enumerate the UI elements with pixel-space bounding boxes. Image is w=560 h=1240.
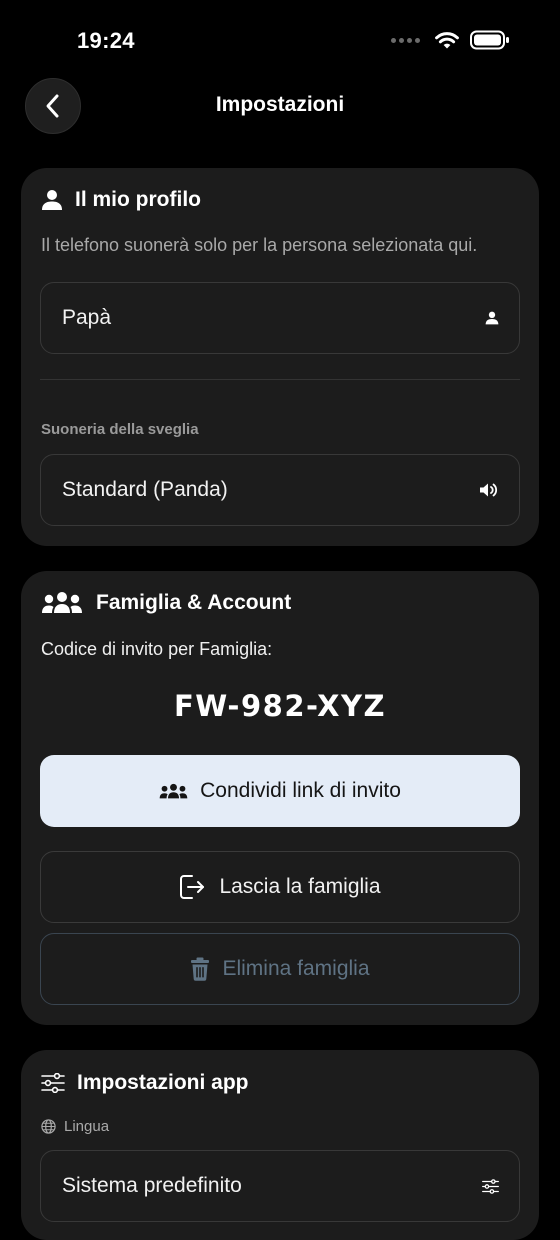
trash-icon [191,957,210,981]
profile-card: Il mio profilo Il telefono suonerà solo … [21,168,539,546]
family-card: Famiglia & Account Codice di invito per … [21,571,539,1025]
app-settings-header: Impostazioni app [41,1071,249,1095]
app-settings-title: Impostazioni app [77,1071,249,1094]
ringtone-value: Standard (Panda) [62,478,228,501]
nav-bar: Impostazioni [0,78,560,136]
speaker-icon [480,483,498,497]
profile-description: Il telefono suonerà solo per la persona … [41,235,478,255]
logout-icon [180,875,205,899]
sliders-icon [482,1178,499,1194]
family-header: Famiglia & Account [41,591,291,615]
person-icon [485,311,499,325]
signal-icon [391,37,420,43]
language-value: Sistema predefinito [62,1174,242,1197]
profile-person-select[interactable]: Papà [40,282,520,354]
delete-family-button[interactable]: Elimina famiglia [40,933,520,1005]
language-label: Lingua [64,1118,110,1135]
share-invite-label: Condividi link di invito [200,779,401,802]
leave-family-button[interactable]: Lascia la famiglia [40,851,520,923]
battery-icon [470,30,509,50]
divider [40,379,520,380]
leave-family-label: Lascia la famiglia [219,875,381,898]
status-time: 19:24 [77,28,135,53]
status-icons [391,30,510,50]
family-title: Famiglia & Account [96,591,292,614]
share-invite-button[interactable]: Condividi link di invito [40,755,520,827]
group-icon [42,592,82,613]
globe-icon [41,1119,56,1134]
language-select[interactable]: Sistema predefinito [40,1150,520,1222]
app-settings-card: Impostazioni app Lingua Sistema predefin… [21,1050,539,1240]
invite-label: Codice di invito per Famiglia: [41,639,273,659]
sliders-icon [41,1073,65,1093]
language-label-row: Lingua [41,1118,109,1135]
invite-code: FW-982-XYZ [173,689,387,723]
wifi-icon [435,32,459,49]
delete-family-label: Elimina famiglia [222,957,370,980]
ringtone-label: Suoneria della sveglia [41,421,199,438]
ringtone-select[interactable]: Standard (Panda) [40,454,520,526]
page-title: Impostazioni [215,93,345,116]
profile-title: Il mio profilo [75,188,201,211]
profile-person-value: Papà [62,306,112,329]
profile-header: Il mio profilo [41,188,201,212]
group-icon [159,783,188,798]
status-bar: 19:24 [0,0,560,80]
person-icon [42,190,62,210]
